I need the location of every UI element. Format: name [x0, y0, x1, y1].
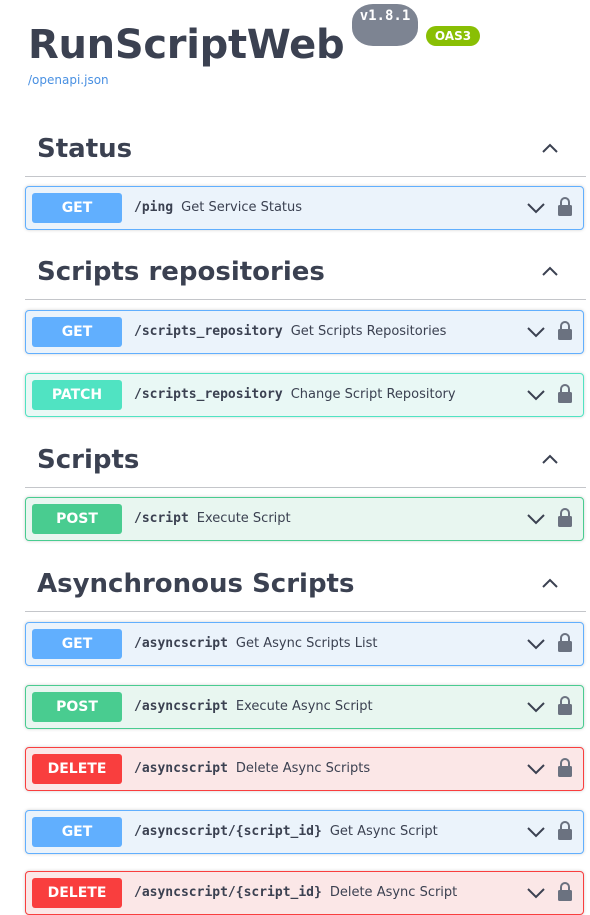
lock-icon[interactable]	[557, 821, 573, 841]
chevron-down-icon[interactable]	[527, 763, 545, 775]
lock-icon[interactable]	[557, 197, 573, 217]
oas-badge: OAS3	[426, 26, 480, 46]
section-title: Asynchronous Scripts	[37, 569, 355, 599]
operation-get-asyncscript[interactable]: GET /asyncscript Get Async Scripts List	[25, 622, 584, 666]
section-title: Status	[37, 134, 133, 164]
section-header[interactable]: Scripts	[25, 437, 586, 488]
lock-icon[interactable]	[557, 882, 573, 902]
chevron-down-icon[interactable]	[527, 887, 545, 899]
section-header[interactable]: Asynchronous Scripts	[25, 561, 586, 612]
api-info-header: RunScriptWeb v1.8.1 OAS3 /openapi.json	[28, 0, 568, 96]
operation-path: /asyncscript Delete Async Scripts	[134, 761, 371, 776]
tag-section-status: Status	[25, 126, 586, 177]
operation-summary: Get Scripts Repositories	[290, 324, 447, 339]
section-header[interactable]: Status	[25, 126, 586, 177]
tag-section-asynchronous-scripts: Asynchronous Scripts	[25, 561, 586, 612]
section-title: Scripts	[37, 445, 140, 475]
method-badge: POST	[32, 504, 122, 534]
section-title: Scripts repositories	[37, 257, 325, 287]
section-header[interactable]: Scripts repositories	[25, 249, 586, 300]
operation-get-scripts-repository[interactable]: GET /scripts_repository Get Scripts Repos…	[25, 310, 584, 354]
chevron-down-icon[interactable]	[527, 638, 545, 650]
operation-path: /asyncscript Get Async Scripts List	[134, 636, 378, 651]
operation-path: /scripts_repository Get Scripts Repositor…	[134, 324, 447, 339]
chevron-down-icon[interactable]	[527, 326, 545, 338]
lock-icon[interactable]	[557, 508, 573, 528]
operation-post-asyncscript[interactable]: POST /asyncscript Execute Async Script	[25, 685, 584, 729]
operation-delete-asyncscript-by-id[interactable]: DELETE /asyncscript/{script_id} Delete As…	[25, 871, 584, 915]
operation-path: /asyncscript/{script_id} Get Async Script	[134, 824, 438, 839]
chevron-up-icon[interactable]	[542, 265, 558, 277]
operation-summary: Delete Async Script	[329, 885, 458, 900]
lock-icon[interactable]	[557, 321, 573, 341]
operation-get-asyncscript-by-id[interactable]: GET /asyncscript/{script_id} Get Async Sc…	[25, 810, 584, 854]
operation-patch-scripts-repository[interactable]: PATCH /scripts_repository Change Script R…	[25, 373, 584, 417]
tag-section-scripts: Scripts	[25, 437, 586, 488]
operation-post-script[interactable]: POST /script Execute Script	[25, 497, 584, 541]
lock-icon[interactable]	[557, 633, 573, 653]
operation-path: /asyncscript Execute Async Script	[134, 699, 373, 714]
lock-icon[interactable]	[557, 758, 573, 778]
method-badge: DELETE	[32, 754, 122, 784]
operation-summary: Get Async Scripts List	[235, 636, 378, 651]
method-badge: POST	[32, 692, 122, 722]
chevron-down-icon[interactable]	[527, 701, 545, 713]
chevron-down-icon[interactable]	[527, 513, 545, 525]
method-badge: PATCH	[32, 380, 122, 410]
operation-get-ping[interactable]: GET /ping Get Service Status	[25, 186, 584, 230]
operation-summary: Delete Async Scripts	[235, 761, 371, 776]
operation-summary: Execute Script	[196, 511, 291, 526]
chevron-down-icon[interactable]	[527, 389, 545, 401]
openapi-spec-link[interactable]: /openapi.json	[28, 73, 109, 87]
operation-path: /asyncscript/{script_id} Delete Async Scr…	[134, 885, 458, 900]
method-badge: GET	[32, 193, 122, 223]
lock-icon[interactable]	[557, 696, 573, 716]
operation-path: /scripts_repository Change Script Reposit…	[134, 387, 456, 402]
chevron-up-icon[interactable]	[542, 453, 558, 465]
operation-summary: Execute Async Script	[235, 699, 373, 714]
operation-summary: Get Async Script	[329, 824, 438, 839]
method-badge: GET	[32, 629, 122, 659]
operation-path: /ping Get Service Status	[134, 200, 303, 215]
method-badge: DELETE	[32, 878, 122, 908]
operation-summary: Get Service Status	[181, 200, 303, 215]
method-badge: GET	[32, 817, 122, 847]
method-badge: GET	[32, 317, 122, 347]
operation-path: /script Execute Script	[134, 511, 291, 526]
chevron-down-icon[interactable]	[527, 826, 545, 838]
operation-delete-asyncscript[interactable]: DELETE /asyncscript Delete Async Scripts	[25, 747, 584, 791]
chevron-up-icon[interactable]	[542, 142, 558, 154]
tag-section-scripts-repositories: Scripts repositories	[25, 249, 586, 300]
chevron-up-icon[interactable]	[542, 577, 558, 589]
version-badge: v1.8.1	[352, 4, 418, 46]
operation-summary: Change Script Repository	[290, 387, 456, 402]
api-title: RunScriptWeb	[28, 22, 345, 68]
chevron-down-icon[interactable]	[527, 202, 545, 214]
lock-icon[interactable]	[557, 384, 573, 404]
